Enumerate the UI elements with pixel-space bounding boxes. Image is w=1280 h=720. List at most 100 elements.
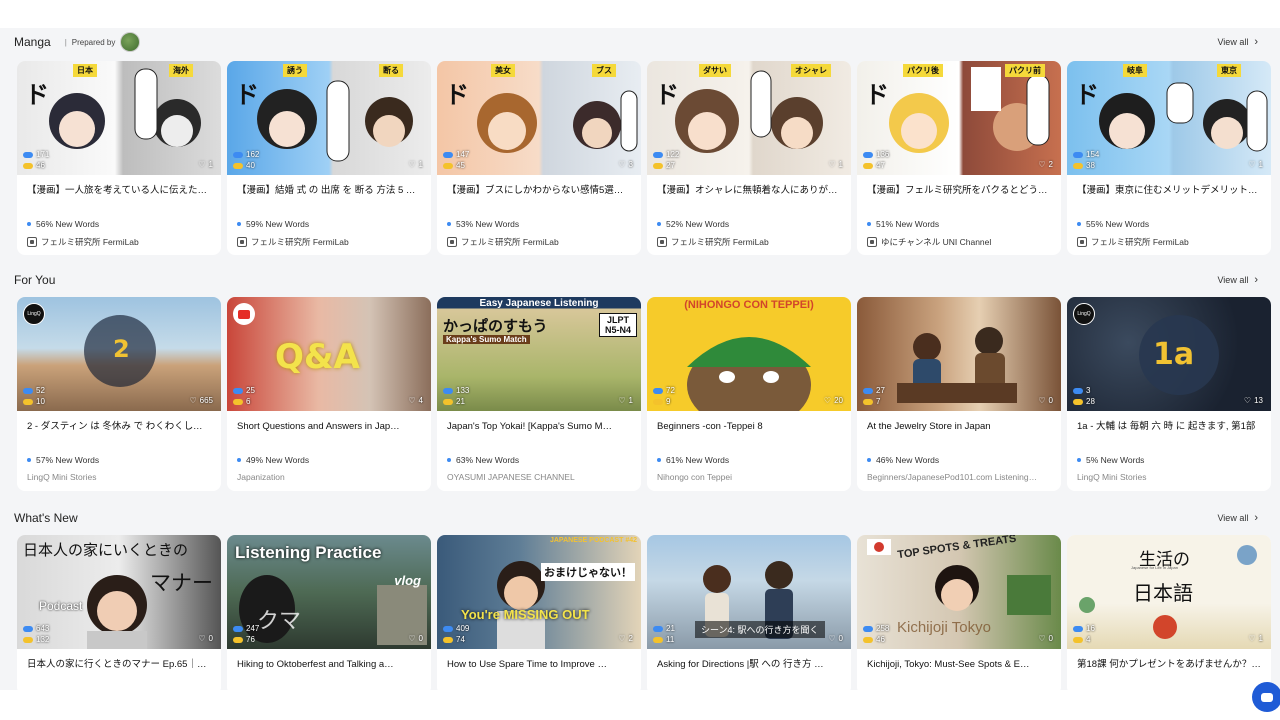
course-source[interactable]: フェルミ研究所 FermiLab — [237, 236, 421, 248]
library-page: Manga | Prepared by View all › ド 日本 海外 1… — [0, 28, 1280, 712]
likes[interactable]: ♡ 20 — [824, 396, 843, 405]
likes[interactable]: ♡ 665 — [189, 396, 213, 405]
section-manga: Manga | Prepared by View all › ド 日本 海外 1… — [0, 31, 1280, 261]
thumbnail: TOP SPOTS & TREATS Kichijoji Tokyo 258 4… — [857, 535, 1061, 649]
lesson-card[interactable]: ド 日本 海外 171 46 ♡ 1 【漫画】一人旅を考えている人に伝えたいこ… … — [17, 61, 221, 255]
course-source[interactable]: LingQ Mini Stories — [27, 472, 211, 482]
new-words: 55% New Words — [1077, 219, 1261, 229]
card-title[interactable]: 2 - ダスティン は 冬休み で わくわくして… — [27, 420, 211, 433]
likes[interactable]: ♡ 13 — [1244, 396, 1263, 405]
lingq-words-icon — [443, 636, 453, 643]
likes[interactable]: ♡ 3 — [618, 160, 633, 169]
course-source[interactable]: OYASUMI JAPANESE CHANNEL — [447, 472, 631, 482]
new-words: 53% New Words — [447, 219, 631, 229]
likes[interactable]: ♡ 1 — [828, 160, 843, 169]
lingq-logo-icon: LingQ — [1073, 303, 1095, 325]
card-title[interactable]: At the Jewelry Store in Japan — [867, 420, 1051, 433]
card-title[interactable]: 【漫画】ブスにしかわからない感情5選【マ… — [447, 184, 631, 197]
lesson-card[interactable]: シーン4: 駅への行き方を聞く 21 11 ♡ 0 Asking for Dire… — [647, 535, 851, 695]
lingq-words-icon — [443, 162, 453, 169]
likes[interactable]: ♡ 1 — [618, 396, 633, 405]
heart-icon: ♡ — [189, 396, 197, 405]
view-all-link[interactable]: View all › — [1217, 36, 1258, 48]
course-source[interactable]: LingQ Mini Stories — [1077, 472, 1261, 482]
tag-label: 海外 — [169, 64, 193, 77]
lesson-card[interactable]: ド 誘う 断る 162 40 ♡ 1 【漫画】結婚 式 の 出席 を 断る 方法 … — [227, 61, 431, 255]
lingq-words-icon — [1073, 636, 1083, 643]
course-source[interactable]: フェルミ研究所 FermiLab — [27, 236, 211, 248]
heart-icon: ♡ — [408, 160, 416, 169]
lesson-card[interactable]: Easy Japanese Listening かっぱのすもう Kappa's … — [437, 297, 641, 491]
likes[interactable]: ♡ 1 — [1248, 634, 1263, 643]
lesson-card[interactable]: TOP SPOTS & TREATS Kichijoji Tokyo 258 4… — [857, 535, 1061, 695]
card-title[interactable]: 1a - 大輔 は 毎朝 六 時 に 起きます, 第1部 — [1077, 420, 1261, 433]
view-all-link[interactable]: View all › — [1217, 274, 1258, 286]
view-all-link[interactable]: View all › — [1217, 512, 1258, 524]
overlay-title: Listening Practice — [235, 543, 382, 562]
heart-icon: ♡ — [618, 634, 626, 643]
likes[interactable]: ♡ 2 — [618, 634, 633, 643]
word-stats: 409 74 — [443, 623, 469, 645]
course-source[interactable]: Japanization — [237, 472, 421, 482]
overlay-subtitle: Kichijoji Tokyo — [897, 619, 991, 636]
lesson-card[interactable]: (NIHONGO CON TEPPEI) 72 9 ♡ 20 Beginners … — [647, 297, 851, 491]
course-source[interactable]: Beginners/JapanesePod101.com Listening… — [867, 472, 1051, 482]
word-stats: 643 132 — [23, 623, 49, 645]
course-icon — [447, 237, 457, 247]
lesson-card[interactable]: 日本人の家にいくときの マナー Podcast 643 132 ♡ 0 日本人の家… — [17, 535, 221, 695]
card-title[interactable]: Japan's Top Yokai! [Kappa's Sumo M… — [447, 420, 631, 433]
tag-label: パクリ前 — [1005, 64, 1045, 77]
lesson-card[interactable]: 生活の Japanese for Life in Japan 日本語 16 4 … — [1067, 535, 1271, 695]
card-title[interactable]: 【漫画】東京に住むメリットデメリット５選… — [1077, 184, 1261, 197]
likes[interactable]: ♡ 0 — [1038, 396, 1053, 405]
known-words-icon — [233, 387, 243, 394]
likes[interactable]: ♡ 1 — [1248, 160, 1263, 169]
course-source[interactable]: フェルミ研究所 FermiLab — [657, 236, 841, 248]
likes[interactable]: ♡ 0 — [828, 634, 843, 643]
lesson-card[interactable]: 27 7 ♡ 0 At the Jewelry Store in Japan 46… — [857, 297, 1061, 491]
thumbnail: LingQ 1a 3 28 ♡ 13 — [1067, 297, 1271, 411]
chevron-right-icon: › — [1254, 36, 1258, 48]
likes[interactable]: ♡ 0 — [408, 634, 423, 643]
lesson-card[interactable]: ド パクリ後 パクリ前 136 47 ♡ 2 【漫画】フェルミ研究所をパクるとどう… — [857, 61, 1061, 255]
card-title[interactable]: 【漫画】オシャレに無頓着な人にありがちな… — [657, 184, 841, 197]
card-title[interactable]: 【漫画】結婚 式 の 出席 を 断る 方法 5 選… — [237, 184, 421, 197]
card-title[interactable]: Beginners -con -Teppei 8 — [657, 420, 841, 433]
course-source[interactable]: フェルミ研究所 FermiLab — [447, 236, 631, 248]
course-source[interactable]: Nihongo con Teppei — [657, 472, 841, 482]
lesson-card[interactable]: LingQ 2 52 10 ♡ 665 2 - ダスティン は 冬休み で わくわ… — [17, 297, 221, 491]
card-title[interactable]: 第18課 何かプレゼントをあげませんか？ (… — [1077, 658, 1261, 671]
chat-icon[interactable] — [1252, 682, 1280, 712]
card-title[interactable]: How to Use Spare Time to Improve … — [447, 658, 631, 671]
course-source[interactable]: フェルミ研究所 FermiLab — [1077, 236, 1261, 248]
known-words-icon — [23, 625, 33, 632]
card-title[interactable]: 【漫画】一人旅を考えている人に伝えたいこ… — [27, 184, 211, 197]
lesson-card[interactable]: Q&A 25 6 ♡ 4 Short Questions and Answers … — [227, 297, 431, 491]
card-title[interactable]: Kichijoji, Tokyo: Must-See Spots & E… — [867, 658, 1051, 671]
card-title[interactable]: 【漫画】フェルミ研究所をパクるとどうなる… — [867, 184, 1051, 197]
likes[interactable]: ♡ 0 — [198, 634, 213, 643]
lesson-card[interactable]: ド ダサい オシャレ 122 27 ♡ 1 【漫画】オシャレに無頓着な人にありがち… — [647, 61, 851, 255]
course-icon — [657, 237, 667, 247]
course-source[interactable]: ゆにチャンネル UNI Channel — [867, 236, 1051, 248]
tag-label: パクリ後 — [903, 64, 943, 77]
card-title[interactable]: Short Questions and Answers in Jap… — [237, 420, 421, 433]
card-title[interactable]: Hiking to Oktoberfest and Talking a… — [237, 658, 421, 671]
lesson-card[interactable]: ド 岐阜 東京 154 38 ♡ 1 【漫画】東京に住むメリットデメリット５選… … — [1067, 61, 1271, 255]
card-title[interactable]: 日本人の家に行くときのマナー Ep.65｜日… — [27, 658, 211, 671]
likes[interactable]: ♡ 1 — [408, 160, 423, 169]
thumbnail: ド 美女 ブス 147 45 ♡ 3 — [437, 61, 641, 175]
section-header: Manga | Prepared by View all › — [14, 31, 1258, 53]
card-title[interactable]: Asking for Directions |駅 への 行き方 … — [657, 658, 841, 671]
likes[interactable]: ♡ 4 — [408, 396, 423, 405]
likes[interactable]: ♡ 1 — [198, 160, 213, 169]
lesson-card[interactable]: ド 美女 ブス 147 45 ♡ 3 【漫画】ブスにしかわからない感情5選【マ… … — [437, 61, 641, 255]
known-words-icon — [443, 625, 453, 632]
likes[interactable]: ♡ 0 — [1038, 634, 1053, 643]
lesson-card[interactable]: Listening Practice vlog クマ 247 76 ♡ 0 Hik… — [227, 535, 431, 695]
likes[interactable]: ♡ 2 — [1038, 160, 1053, 169]
avatar[interactable] — [120, 32, 141, 52]
word-stats: 52 10 — [23, 385, 45, 407]
lesson-card[interactable]: LingQ 1a 3 28 ♡ 13 1a - 大輔 は 毎朝 六 時 に 起きま… — [1067, 297, 1271, 491]
lesson-card[interactable]: JAPANESE PODCAST #42 おまけじゃない！ You're MIS… — [437, 535, 641, 695]
